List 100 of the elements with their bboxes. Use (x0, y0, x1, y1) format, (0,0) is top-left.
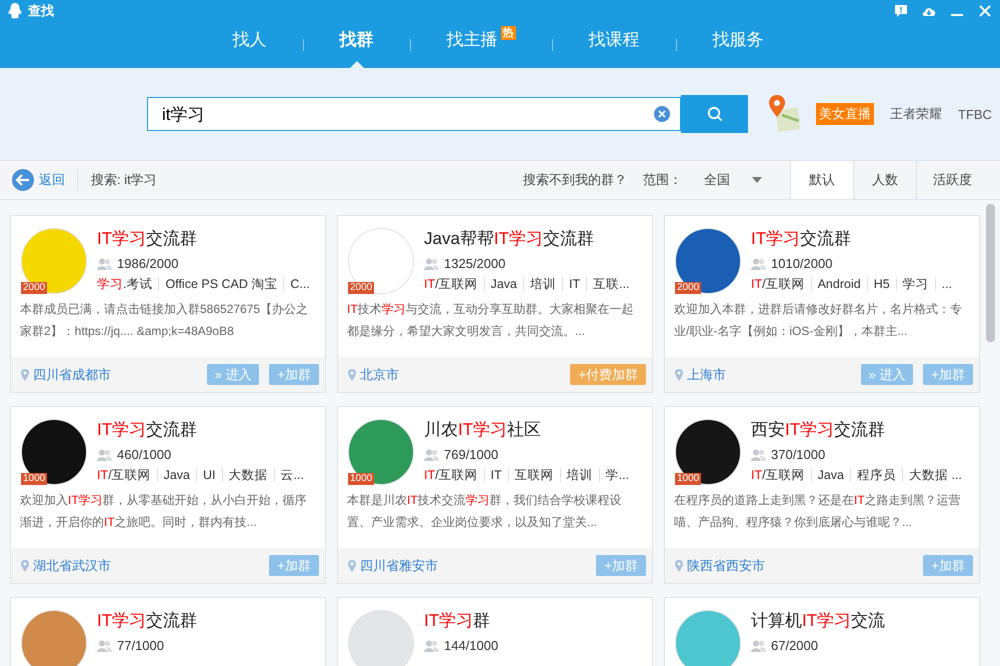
tag-label: IT/互联网 (424, 277, 479, 291)
members-icon (751, 258, 766, 270)
group-description: 本群是川农IT技术交流学习群，我们结合学校课程设置、产业需求、企业岗位要求，以及知了堂关... (346, 492, 623, 531)
group-description: IT技术学习与交流，互动分享互助群。大家相聚在一起都是缘分，希望大家文明发言，共同交流。... (346, 301, 635, 340)
location-link[interactable]: 四川省成都市 (21, 366, 111, 384)
nav-tab[interactable]: 找群 (334, 22, 380, 68)
tag-label: 培训 (523, 277, 562, 291)
member-count: 460/1000 (117, 447, 172, 462)
join-button[interactable]: +加群 (923, 555, 973, 576)
enter-button[interactable]: » 进入 (206, 364, 260, 385)
range-label: 范围： (643, 171, 682, 189)
capacity-badge: 2000 (675, 282, 702, 294)
group-name-link[interactable]: IT学习群 (424, 610, 642, 632)
group-name-link[interactable]: Java帮帮IT学习交流群 (424, 228, 642, 250)
location-link[interactable]: 四川省雅安市 (348, 556, 438, 574)
range-dropdown[interactable]: 全国 (696, 161, 770, 199)
capacity-badge: 1000 (675, 473, 702, 485)
nav-tab[interactable]: 找主播 热 (440, 22, 522, 68)
tag-label: 大数据 (222, 468, 274, 482)
location-pin-icon (348, 560, 356, 572)
nav-tab[interactable]: 找人 (226, 22, 272, 68)
group-name-link[interactable]: 计算机IT学习交流 (751, 610, 969, 632)
location-pin-icon (675, 560, 683, 572)
location-link[interactable]: 北京市 (348, 366, 399, 384)
nav-tab[interactable]: 找课程 (582, 22, 646, 68)
member-count: 67/2000 (771, 638, 818, 653)
group-description: 欢迎加入IT学习群，从零基础开始，从小白开始，循序渐进，开启你的IT之旅吧。同时，群内有技... (19, 492, 308, 531)
search-query-text: 搜索: it学习 (90, 171, 157, 189)
capacity-badge: 1000 (21, 473, 48, 485)
sort-tab[interactable]: 活跃度 (916, 161, 988, 199)
tag-label: IT (484, 468, 508, 482)
tag-label: 互联网 (508, 468, 560, 482)
group-name-link[interactable]: IT学习交流群 (97, 610, 315, 632)
location-link[interactable]: 湖北省武汉市 (21, 556, 111, 574)
group-description: 在程序员的道路上走到黑？还是在IT之路走到黑？运营喵、产品狗、程序猿？你到底屠心与谁呢？... (673, 492, 962, 531)
map-pin-icon[interactable] (768, 95, 802, 133)
members-icon (424, 640, 439, 652)
hot-link[interactable]: 王者荣耀 (890, 105, 942, 123)
enter-button[interactable]: » 进入 (860, 364, 914, 385)
hot-link[interactable]: TFBC (958, 106, 992, 122)
join-button[interactable]: +加群 (923, 364, 973, 385)
search-button[interactable] (681, 95, 748, 133)
tag-label: UI (196, 468, 222, 482)
members-icon (97, 448, 112, 460)
group-name-link[interactable]: IT学习交流群 (97, 419, 315, 441)
nav-tab[interactable]: 找服务 (706, 22, 770, 68)
join-button[interactable]: +加群 (269, 364, 319, 385)
tag-label: 互联... (586, 277, 636, 291)
paid-join-button[interactable]: +付费加群 (570, 364, 646, 385)
search-field[interactable]: it学习 (147, 97, 681, 131)
join-button[interactable]: +加群 (269, 555, 319, 576)
clear-icon[interactable] (654, 106, 670, 122)
group-description: 本群成员已满，请点击链接加入群586527675【办公之家群2】：https://jq.... &amp;k=48A9oB8 (19, 301, 310, 340)
tag-label: 学习.考试 (97, 277, 154, 291)
tag-label: IT/互联网 (424, 468, 479, 482)
close-icon[interactable] (978, 4, 992, 18)
tag-label: 学习 (896, 277, 935, 291)
live-tag-link[interactable]: 美女直播 (816, 103, 874, 125)
location-link[interactable]: 陕西省西安市 (675, 556, 765, 574)
feedback-icon[interactable] (894, 4, 908, 18)
members-icon (751, 448, 766, 460)
back-button[interactable]: 返回 (0, 169, 78, 191)
tag-label: 学... (598, 468, 636, 482)
location-pin-icon (675, 368, 683, 380)
capacity-badge: 2000 (21, 282, 48, 294)
sort-tab[interactable]: 人数 (853, 161, 916, 199)
location-pin-icon (21, 368, 29, 380)
tag-label: ... (934, 277, 958, 291)
tag-label: Android (810, 277, 867, 291)
caret-icon (752, 177, 762, 183)
hot-badge: 热 (500, 26, 516, 40)
capacity-badge: 1000 (348, 473, 374, 485)
member-count: 1010/2000 (771, 256, 832, 271)
capacity-badge: 2000 (348, 282, 374, 294)
members-icon (97, 640, 112, 652)
help-link[interactable]: 搜索不到我的群？ (523, 161, 627, 199)
tag-label: Java (810, 468, 850, 482)
tag-label: 程序员 (850, 468, 902, 482)
group-description: 欢迎加入本群，进群后请修改好群名片，名片格式：专业/职业-名字【例如：iOS-金刚】，本群主... (673, 301, 963, 340)
member-count: 144/1000 (444, 638, 498, 653)
search-input[interactable]: it学习 (162, 104, 654, 124)
group-name-link[interactable]: IT学习交流群 (97, 228, 315, 250)
tag-label: Java (484, 277, 523, 291)
location-pin-icon (348, 368, 356, 380)
window-title: 查找 (28, 2, 54, 20)
member-count: 769/1000 (444, 447, 498, 462)
search-icon (706, 106, 722, 122)
tag-label: C... (283, 277, 316, 291)
group-name-link[interactable]: IT学习交流群 (751, 228, 969, 250)
tag-label: Office PS CAD 淘宝 (158, 277, 284, 291)
location-link[interactable]: 上海市 (675, 366, 726, 384)
member-count: 370/1000 (771, 447, 826, 462)
tag-label: 云... (274, 468, 310, 482)
tag-label: IT/互联网 (751, 277, 806, 291)
join-button[interactable]: +加群 (596, 555, 646, 576)
group-name-link[interactable]: 川农IT学习社区 (424, 419, 642, 441)
member-count: 1325/2000 (444, 256, 506, 271)
scrollbar-thumb[interactable] (986, 204, 995, 342)
group-name-link[interactable]: 西安IT学习交流群 (751, 419, 969, 441)
sort-tab[interactable]: 默认 (790, 161, 853, 199)
